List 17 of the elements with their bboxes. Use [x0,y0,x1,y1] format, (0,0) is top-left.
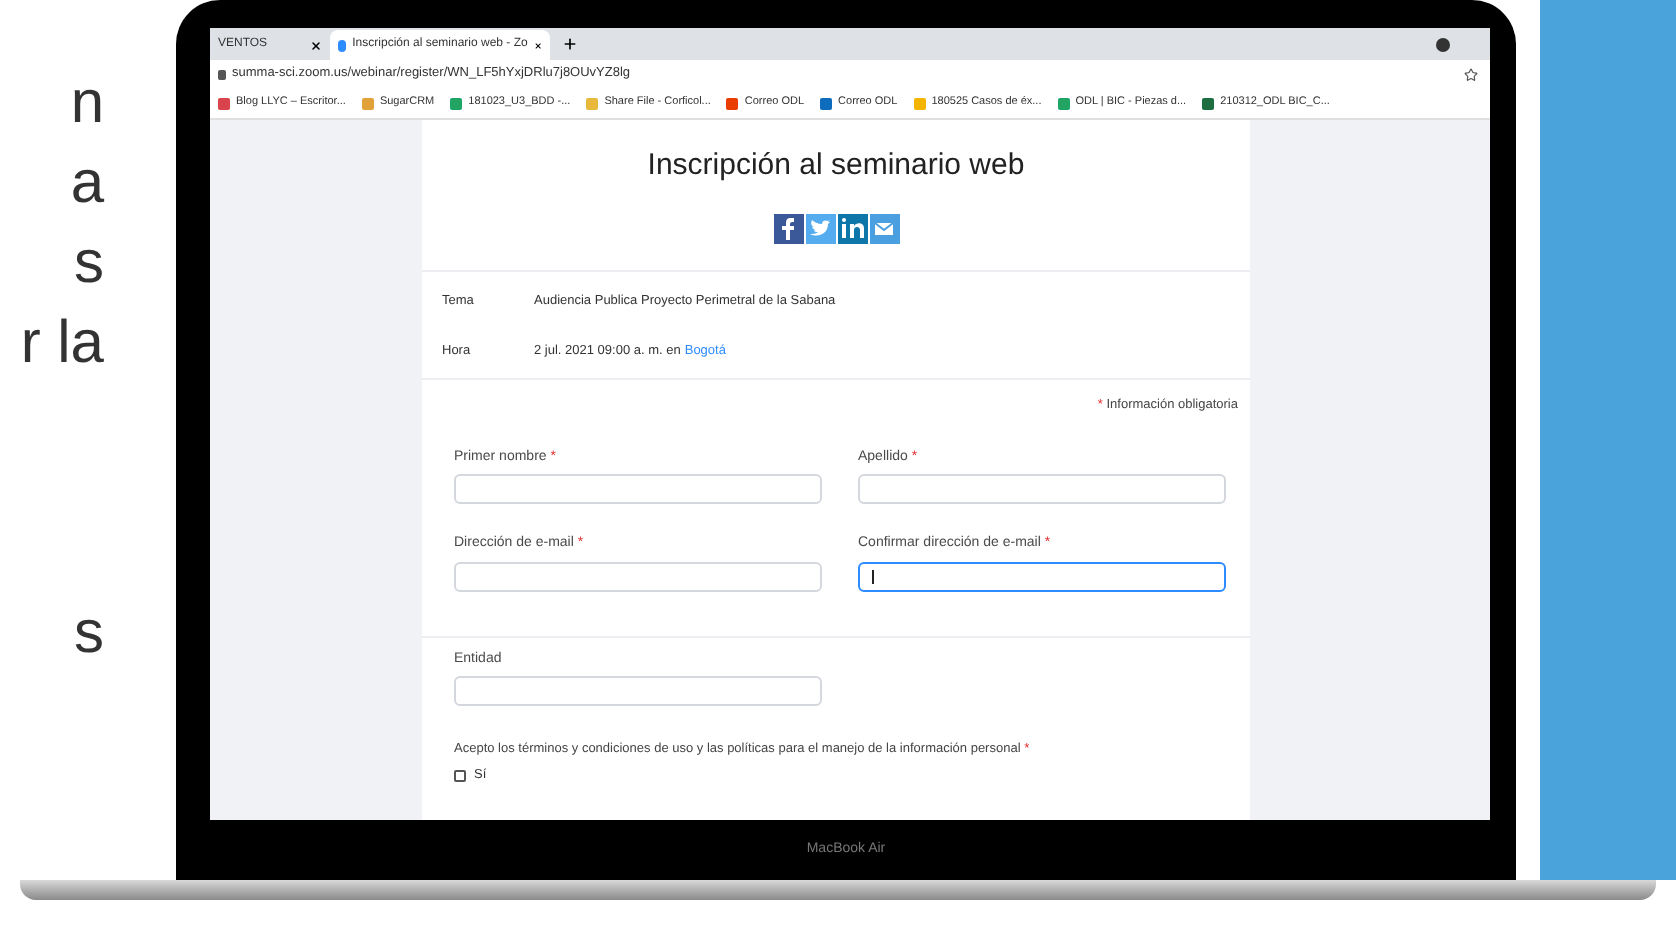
heading-text-fragment: s [74,228,106,300]
checkbox[interactable] [454,769,466,782]
profile-icon[interactable] [1436,38,1450,52]
close-icon[interactable] [310,39,322,51]
star-icon[interactable] [1464,67,1478,81]
input-field[interactable] [858,561,1226,592]
heading-text-fragment: a [70,148,106,220]
heading-text-fragment: r la [20,308,106,380]
linkedin-icon[interactable] [837,213,867,243]
mail-icon[interactable] [869,213,899,243]
page-title: Inscripción al seminario web [645,146,1027,186]
close-icon[interactable] [533,39,542,51]
heading-text-fragment: s [74,598,106,670]
facebook-icon[interactable] [773,213,803,243]
text-cursor [872,569,874,584]
heading-text-fragment: n [70,68,106,140]
new-tab-icon[interactable] [562,36,578,52]
